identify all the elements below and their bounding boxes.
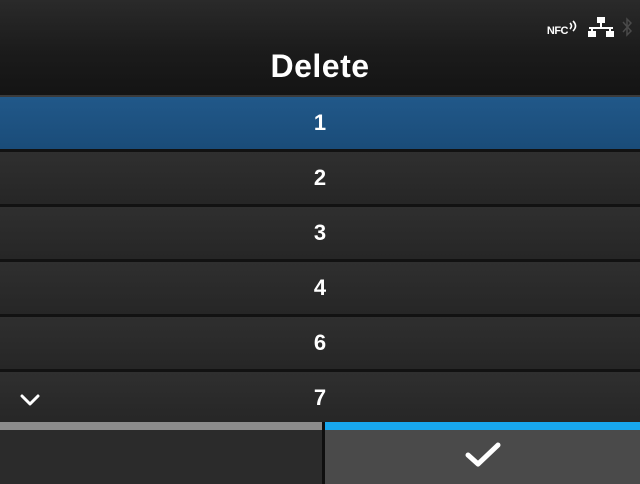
list-item[interactable]: 3 xyxy=(0,207,640,262)
list-item-label: 2 xyxy=(313,165,327,190)
status-icons: NFC xyxy=(547,16,632,38)
screen: NFC Delete 1 2 3 4 6 7 xyxy=(0,0,640,484)
list-item[interactable]: 6 xyxy=(0,317,640,372)
item-list: 1 2 3 4 6 7 xyxy=(0,97,640,427)
back-button[interactable] xyxy=(0,422,322,484)
chevron-down-icon[interactable] xyxy=(20,387,40,413)
list-item-label: 1 xyxy=(313,110,327,135)
list-item[interactable]: 4 xyxy=(0,262,640,317)
list-item-label: 4 xyxy=(313,275,327,300)
nfc-icon: NFC xyxy=(547,18,580,37)
softkey-bar xyxy=(0,422,640,484)
list-item-label: 7 xyxy=(313,385,327,410)
page-title: Delete xyxy=(270,48,370,84)
nfc-label: NFC xyxy=(546,24,569,37)
confirm-button[interactable] xyxy=(325,422,640,484)
list-item-label: 6 xyxy=(313,330,327,355)
nfc-waves-icon xyxy=(569,19,577,32)
bluetooth-icon xyxy=(622,17,632,37)
list-item-selected[interactable]: 1 xyxy=(0,97,640,152)
list-item-label: 3 xyxy=(313,220,327,245)
list-item[interactable]: 2 xyxy=(0,152,640,207)
list-item[interactable]: 7 xyxy=(0,372,640,427)
check-icon xyxy=(463,441,503,474)
network-icon xyxy=(588,16,614,38)
header: NFC Delete xyxy=(0,0,640,97)
